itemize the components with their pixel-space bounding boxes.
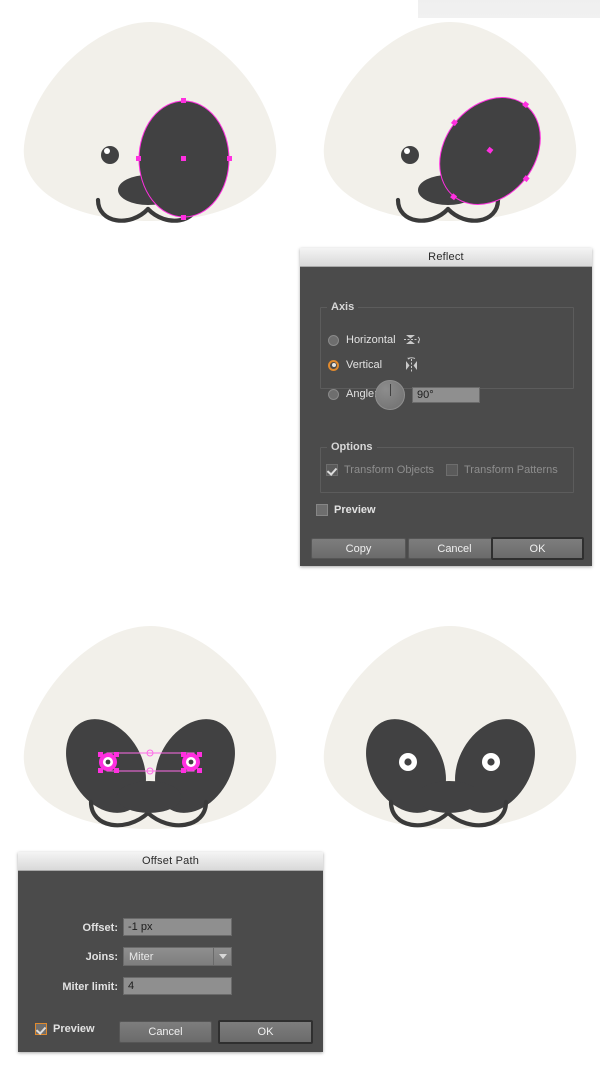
reflect-dialog: Reflect Axis Horizontal Vertical Angle: … [300,248,592,566]
panda-eye-left [401,146,419,164]
radio-vertical[interactable] [328,359,339,371]
offset-input-value: -1 px [128,921,153,933]
eye-right-pupil [487,758,495,766]
radio-angle-label: Angle: [346,388,378,400]
radio-row-vertical[interactable]: Vertical [328,357,423,373]
chevron-down-icon[interactable] [213,948,231,965]
joins-select-value: Miter [129,950,154,963]
anchor-point-bottom[interactable] [181,215,186,220]
angle-input[interactable]: 90° [412,387,480,403]
eye-left-pupil [404,758,412,766]
offset-path-dialog-titlebar[interactable]: Offset Path [18,852,323,871]
panda-nose [117,781,181,813]
eye-right-handle-br[interactable] [197,768,202,773]
offset-path-dialog: Offset Path Offset: -1 px Joins: Miter M… [18,852,323,1052]
checkbox-transform-objects[interactable] [326,464,338,476]
top-gray-strip [418,0,600,18]
checkbox-preview-label: Preview [334,504,376,516]
eye-left-pupil [105,759,111,765]
options-group-legend: Options [327,441,377,453]
anchor-point-top[interactable] [181,98,186,103]
artboard-stage-4 [318,620,583,835]
panda-single-patch-upright [23,22,277,223]
cancel-button[interactable]: Cancel [119,1021,212,1043]
checkbox-preview[interactable] [35,1023,47,1035]
panda-eye-left-highlight [104,148,110,154]
eye-left-handle-tr[interactable] [114,752,119,757]
anchor-point-left[interactable] [136,156,141,161]
reflect-dialog-titlebar[interactable]: Reflect [300,248,592,267]
cancel-button[interactable]: Cancel [408,538,501,559]
anchor-point-right[interactable] [227,156,232,161]
radio-horizontal[interactable] [328,334,339,346]
copy-button[interactable]: Copy [311,538,406,559]
panda-both-patches-eyes-selected [23,626,277,829]
eye-left-handle-tl[interactable] [98,752,103,757]
panda-final [323,626,577,829]
ok-button[interactable]: OK [218,1020,313,1044]
panda-eye-left [101,146,119,164]
checkbox-transform-objects-label: Transform Objects [344,464,435,476]
flip-vertical-icon [406,357,418,372]
miter-limit-field-label: Miter limit: [62,981,118,993]
radio-horizontal-label: Horizontal [346,334,396,346]
miter-limit-input-value: 4 [128,980,135,992]
checkbox-row-transform-objects[interactable]: Transform Objects [326,464,434,476]
miter-limit-input[interactable]: 4 [123,977,232,995]
radio-vertical-label: Vertical [346,359,383,371]
checkbox-row-transform-patterns[interactable]: Transform Patterns [446,464,558,476]
joins-field-label: Joins: [85,951,118,963]
radio-angle[interactable] [328,388,339,400]
checkbox-row-preview[interactable]: Preview [316,504,376,516]
offset-field-label: Offset: [82,922,118,934]
checkbox-row-preview[interactable]: Preview [35,1023,95,1035]
checkbox-transform-patterns[interactable] [446,464,458,476]
eye-left-handle-br[interactable] [114,768,119,773]
panda-nose [417,781,481,813]
axis-group-legend: Axis [327,301,359,313]
joins-select[interactable]: Miter [123,947,232,966]
eye-right-handle-tl[interactable] [181,752,186,757]
radio-row-horizontal[interactable]: Horizontal [328,332,423,348]
reflect-dialog-body: Axis Horizontal Vertical Angle: 90° Opti… [300,267,592,567]
checkbox-transform-patterns-label: Transform Patterns [464,464,558,476]
eye-right-pupil [188,759,194,765]
screenshot-canvas: Reflect Axis Horizontal Vertical Angle: … [0,0,600,1068]
ok-button[interactable]: OK [491,537,584,560]
artboard-stage-3 [18,620,283,835]
artboard-stage-1 [18,18,283,228]
radio-row-angle[interactable]: Angle: [328,388,377,400]
eye-right-handle-tr[interactable] [197,752,202,757]
checkbox-preview-label: Preview [53,1023,95,1035]
reflect-dialog-title: Reflect [428,251,464,263]
checkbox-preview[interactable] [316,504,328,516]
angle-input-value: 90° [417,389,434,401]
offset-path-dialog-title: Offset Path [141,855,200,867]
offset-input[interactable]: -1 px [123,918,232,936]
panda-single-patch-rotated [323,22,577,223]
eye-right-handle-bl[interactable] [181,768,186,773]
offset-path-dialog-body: Offset: -1 px Joins: Miter Miter limit: … [18,871,323,1053]
artboard-stage-2 [318,18,583,228]
angle-dial-icon[interactable] [375,380,405,410]
eye-left-handle-bl[interactable] [98,768,103,773]
anchor-point-center[interactable] [181,156,186,161]
flip-horizontal-icon [403,335,420,344]
axis-group: Axis [320,301,574,389]
panda-eye-left-highlight [404,148,410,154]
